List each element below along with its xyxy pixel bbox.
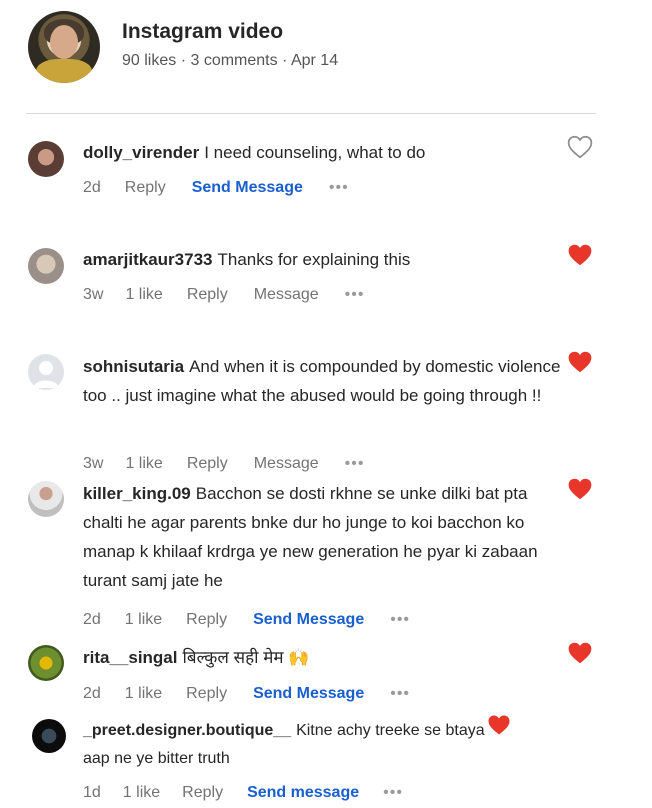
comment-avatar[interactable] xyxy=(28,248,64,284)
comment-body: amarjitkaur3733 Thanks for explaining thi… xyxy=(83,245,553,274)
comment-time: 2d xyxy=(83,179,101,196)
comment-time: 1d xyxy=(83,784,101,801)
comment-avatar[interactable] xyxy=(28,354,64,390)
heart-filled-icon[interactable] xyxy=(567,243,593,267)
heart-filled-icon[interactable] xyxy=(567,350,593,374)
comment-username[interactable]: dolly_virender xyxy=(83,143,199,162)
like-count[interactable]: 1 like xyxy=(125,685,162,703)
reply-button[interactable]: Reply xyxy=(187,286,228,304)
reply-button[interactable]: Reply xyxy=(182,784,223,802)
comment-actions: 2d 1 like Reply Send Message ••• xyxy=(83,611,432,629)
like-count[interactable]: 1 like xyxy=(125,286,162,304)
comment-time: 3w xyxy=(83,286,104,303)
comment-actions: 2d Reply Send Message ••• xyxy=(83,179,371,197)
comment-time: 3w xyxy=(83,455,104,472)
reply-button[interactable]: Reply xyxy=(125,179,166,197)
post-title[interactable]: Instagram video xyxy=(122,20,283,44)
heart-filled-icon[interactable] xyxy=(487,714,511,736)
comment-actions: 1d 1 like Reply Send message ••• xyxy=(83,784,425,802)
comment-text: बिल्कुल सही मेम 🙌 xyxy=(182,648,310,667)
comment-avatar[interactable] xyxy=(28,645,64,681)
comment-actions: 3w 1 like Reply Message ••• xyxy=(83,286,386,304)
more-options-icon[interactable]: ••• xyxy=(329,179,349,197)
send-message-button[interactable]: Send Message xyxy=(253,685,364,703)
comment-username[interactable]: killer_king.09 xyxy=(83,484,191,503)
heart-filled-icon[interactable] xyxy=(567,477,593,501)
reply-button[interactable]: Reply xyxy=(186,685,227,703)
comment-username[interactable]: rita__singal xyxy=(83,648,178,667)
more-options-icon[interactable]: ••• xyxy=(390,685,410,703)
post-meta: 90 likes · 3 comments · Apr 14 xyxy=(122,52,339,69)
comment-time: 2d xyxy=(83,611,101,628)
comment-username[interactable]: sohnisutaria xyxy=(83,357,184,376)
comment-avatar[interactable] xyxy=(28,141,64,177)
comment-body: dolly_virender I need counseling, what to… xyxy=(83,138,553,167)
post-avatar[interactable] xyxy=(28,11,100,83)
more-options-icon[interactable]: ••• xyxy=(390,611,410,629)
like-count[interactable]: 1 like xyxy=(123,784,160,802)
comment-body: rita__singal बिल्कुल सही मेम 🙌 xyxy=(83,643,553,672)
more-options-icon[interactable]: ••• xyxy=(345,286,365,304)
comment-text: Thanks for explaining this xyxy=(217,250,411,269)
comment-actions: 3w 1 like Reply Message ••• xyxy=(83,455,386,473)
comment-username[interactable]: amarjitkaur3733 xyxy=(83,250,212,269)
reply-button[interactable]: Reply xyxy=(186,611,227,629)
send-message-button[interactable]: Send Message xyxy=(253,611,364,629)
reply-button[interactable]: Reply xyxy=(187,455,228,473)
send-message-button[interactable]: Send message xyxy=(247,784,359,802)
comment-time: 2d xyxy=(83,685,101,702)
like-count[interactable]: 1 like xyxy=(125,611,162,629)
more-options-icon[interactable]: ••• xyxy=(383,784,403,802)
comment-avatar[interactable] xyxy=(28,481,64,517)
comment-actions: 2d 1 like Reply Send Message ••• xyxy=(83,685,432,703)
comment-username[interactable]: _preet.designer.boutique__ xyxy=(83,722,291,739)
comment-body: _preet.designer.boutique__ Kitne achy tre… xyxy=(83,717,493,773)
heart-outline-icon[interactable] xyxy=(567,135,593,159)
comment-text: I need counseling, what to do xyxy=(204,143,426,162)
like-count[interactable]: 1 like xyxy=(125,455,162,473)
default-avatar-icon xyxy=(33,361,59,388)
comment-body: killer_king.09 Bacchon se dosti rkhne se … xyxy=(83,479,565,595)
comment-avatar[interactable] xyxy=(32,719,66,753)
comment-body: sohnisutaria And when it is compounded by… xyxy=(83,352,563,410)
message-button[interactable]: Message xyxy=(254,286,319,304)
divider xyxy=(26,113,596,114)
message-button[interactable]: Message xyxy=(254,455,319,473)
send-message-button[interactable]: Send Message xyxy=(192,179,303,197)
more-options-icon[interactable]: ••• xyxy=(345,455,365,473)
heart-filled-icon[interactable] xyxy=(567,641,593,665)
